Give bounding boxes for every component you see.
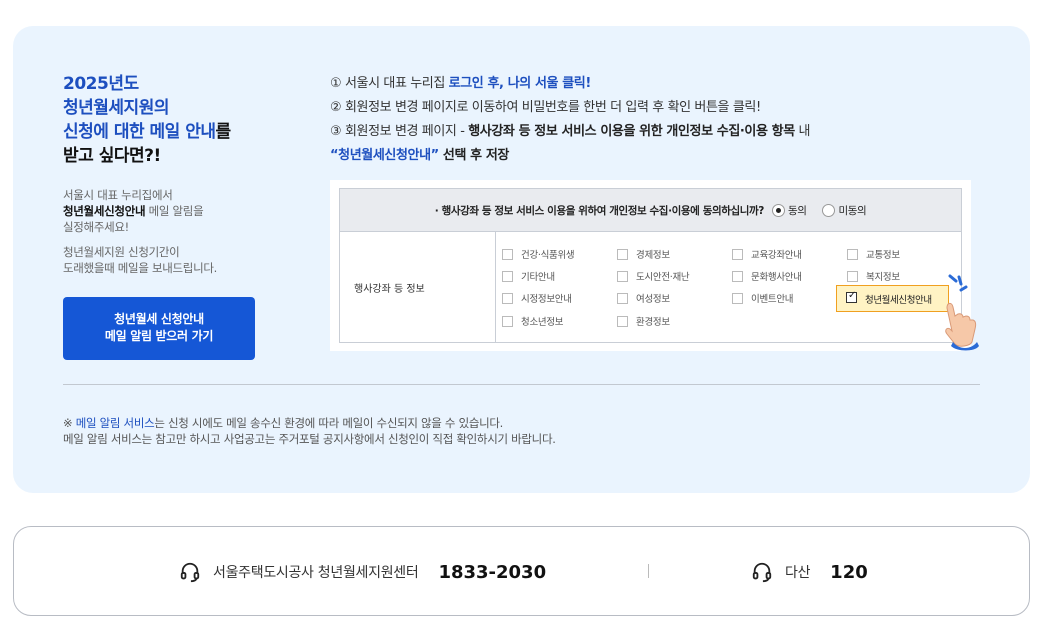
option-item: 복지정보 (847, 269, 900, 283)
description-setup: 서울시 대표 누리집에서 청년월세신청안내 메일 알림을 실정해주세요! (63, 188, 204, 234)
option-item: 시정정보안내 (502, 291, 572, 305)
option-item: 경제정보 (617, 247, 670, 261)
notice-line-1: ※ 메일 알림 서비스는 신청 시에도 메일 송수신 환경에 따라 메일이 수신… (63, 416, 504, 430)
option-item: 도시안전·재난 (617, 269, 690, 283)
step-3: ③ 회원정보 변경 페이지 - 행사강좌 등 정보 서비스 이용을 위한 개인정… (330, 124, 811, 139)
option-item: 교통정보 (847, 247, 900, 261)
section-divider (63, 384, 980, 385)
contact-bar: 서울주택도시공사 청년월세지원센터 1833-2030 다산 120 (13, 526, 1030, 616)
consent-question-row: · 행사강좌 등 정보 서비스 이용을 위하여 개인정보 수집·이용에 동의하십… (339, 188, 962, 232)
contact-dasan: 다산 120 (751, 527, 868, 617)
option-item: 환경정보 (617, 314, 670, 328)
option-item: 여성정보 (617, 291, 670, 305)
consent-question: · 행사강좌 등 정보 서비스 이용을 위하여 개인정보 수집·이용에 동의하십… (434, 204, 765, 217)
step-2: ② 회원정보 변경 페이지로 이동하여 비밀번호를 한번 더 입력 후 확인 버… (330, 100, 761, 115)
checkbox-icon (732, 249, 743, 260)
headline-year: 2025년도 (63, 74, 139, 94)
contact-label: 서울주택도시공사 청년월세지원센터 (213, 565, 419, 581)
checkbox-icon (502, 271, 513, 282)
contact-number[interactable]: 120 (830, 562, 868, 583)
contact-center: 서울주택도시공사 청년월세지원센터 1833-2030 (179, 527, 546, 617)
option-item: 기타안내 (502, 269, 555, 283)
option-item: 이벤트안내 (732, 291, 794, 305)
checkbox-icon (617, 249, 628, 260)
consent-row-label: 행사강좌 등 정보 (340, 232, 496, 342)
checkbox-icon (732, 293, 743, 304)
option-item: 건강·식품위생 (502, 247, 575, 261)
consent-form-example: · 행사강좌 등 정보 서비스 이용을 위하여 개인정보 수집·이용에 동의하십… (330, 180, 979, 351)
notice-text: ※ 메일 알림 서비스는 신청 시에도 메일 송수신 환경에 따라 메일이 수신… (63, 415, 556, 447)
checkbox-icon (847, 249, 858, 260)
selected-option-highlight: 청년월세신청안내 (836, 285, 949, 312)
checkbox-icon (847, 271, 858, 282)
instruction-steps: ① 서울시 대표 누리집 로그인 후, 나의 서울 클릭! ② 회원정보 변경 … (330, 72, 930, 168)
disagree-option: 미동의 (822, 203, 867, 218)
radio-empty-icon (822, 204, 836, 217)
step-3-continued: “청년월세신청안내” 선택 후 저장 (330, 148, 509, 163)
option-item: 청소년정보 (502, 314, 564, 328)
headline-line2: 청년월세지원의 (63, 98, 169, 118)
checkbox-icon (502, 316, 513, 327)
option-item: 교육강좌안내 (732, 247, 802, 261)
headset-icon (180, 562, 200, 583)
contact-number[interactable]: 1833-2030 (438, 562, 546, 583)
checkbox-icon (617, 271, 628, 282)
checkbox-icon (617, 293, 628, 304)
headline-line3: 신청에 대한 메일 안내를 (63, 122, 231, 142)
option-item: 문화행사안내 (732, 269, 802, 283)
checkbox-icon (502, 249, 513, 260)
checkbox-icon (502, 293, 513, 304)
checkbox-icon (732, 271, 743, 282)
description-timing: 청년월세지원 신청기간이 도래했을때 메일을 보내드립니다. (63, 245, 217, 275)
checked-checkbox-icon (846, 290, 857, 303)
checkbox-icon (617, 316, 628, 327)
step-1: ① 서울시 대표 누리집 로그인 후, 나의 서울 클릭! (330, 76, 591, 91)
agree-option: 동의 (771, 203, 807, 218)
pointing-hand-icon (945, 274, 979, 351)
contact-label: 다산 (785, 565, 811, 581)
notice-line-2: 메일 알림 서비스는 참고만 하시고 사업공고는 주거포털 공지사항에서 신청인… (63, 432, 556, 446)
radio-selected-icon (771, 204, 785, 217)
contact-separator (648, 564, 649, 578)
headset-icon (752, 562, 772, 583)
mail-alert-button[interactable]: 청년월세 신청안내 메일 알림 받으러 가기 (63, 297, 255, 360)
headline: 2025년도 청년월세지원의 신청에 대한 메일 안내를 받고 싶다면?! (63, 72, 303, 168)
headline-line4: 받고 싶다면?! (63, 146, 161, 166)
